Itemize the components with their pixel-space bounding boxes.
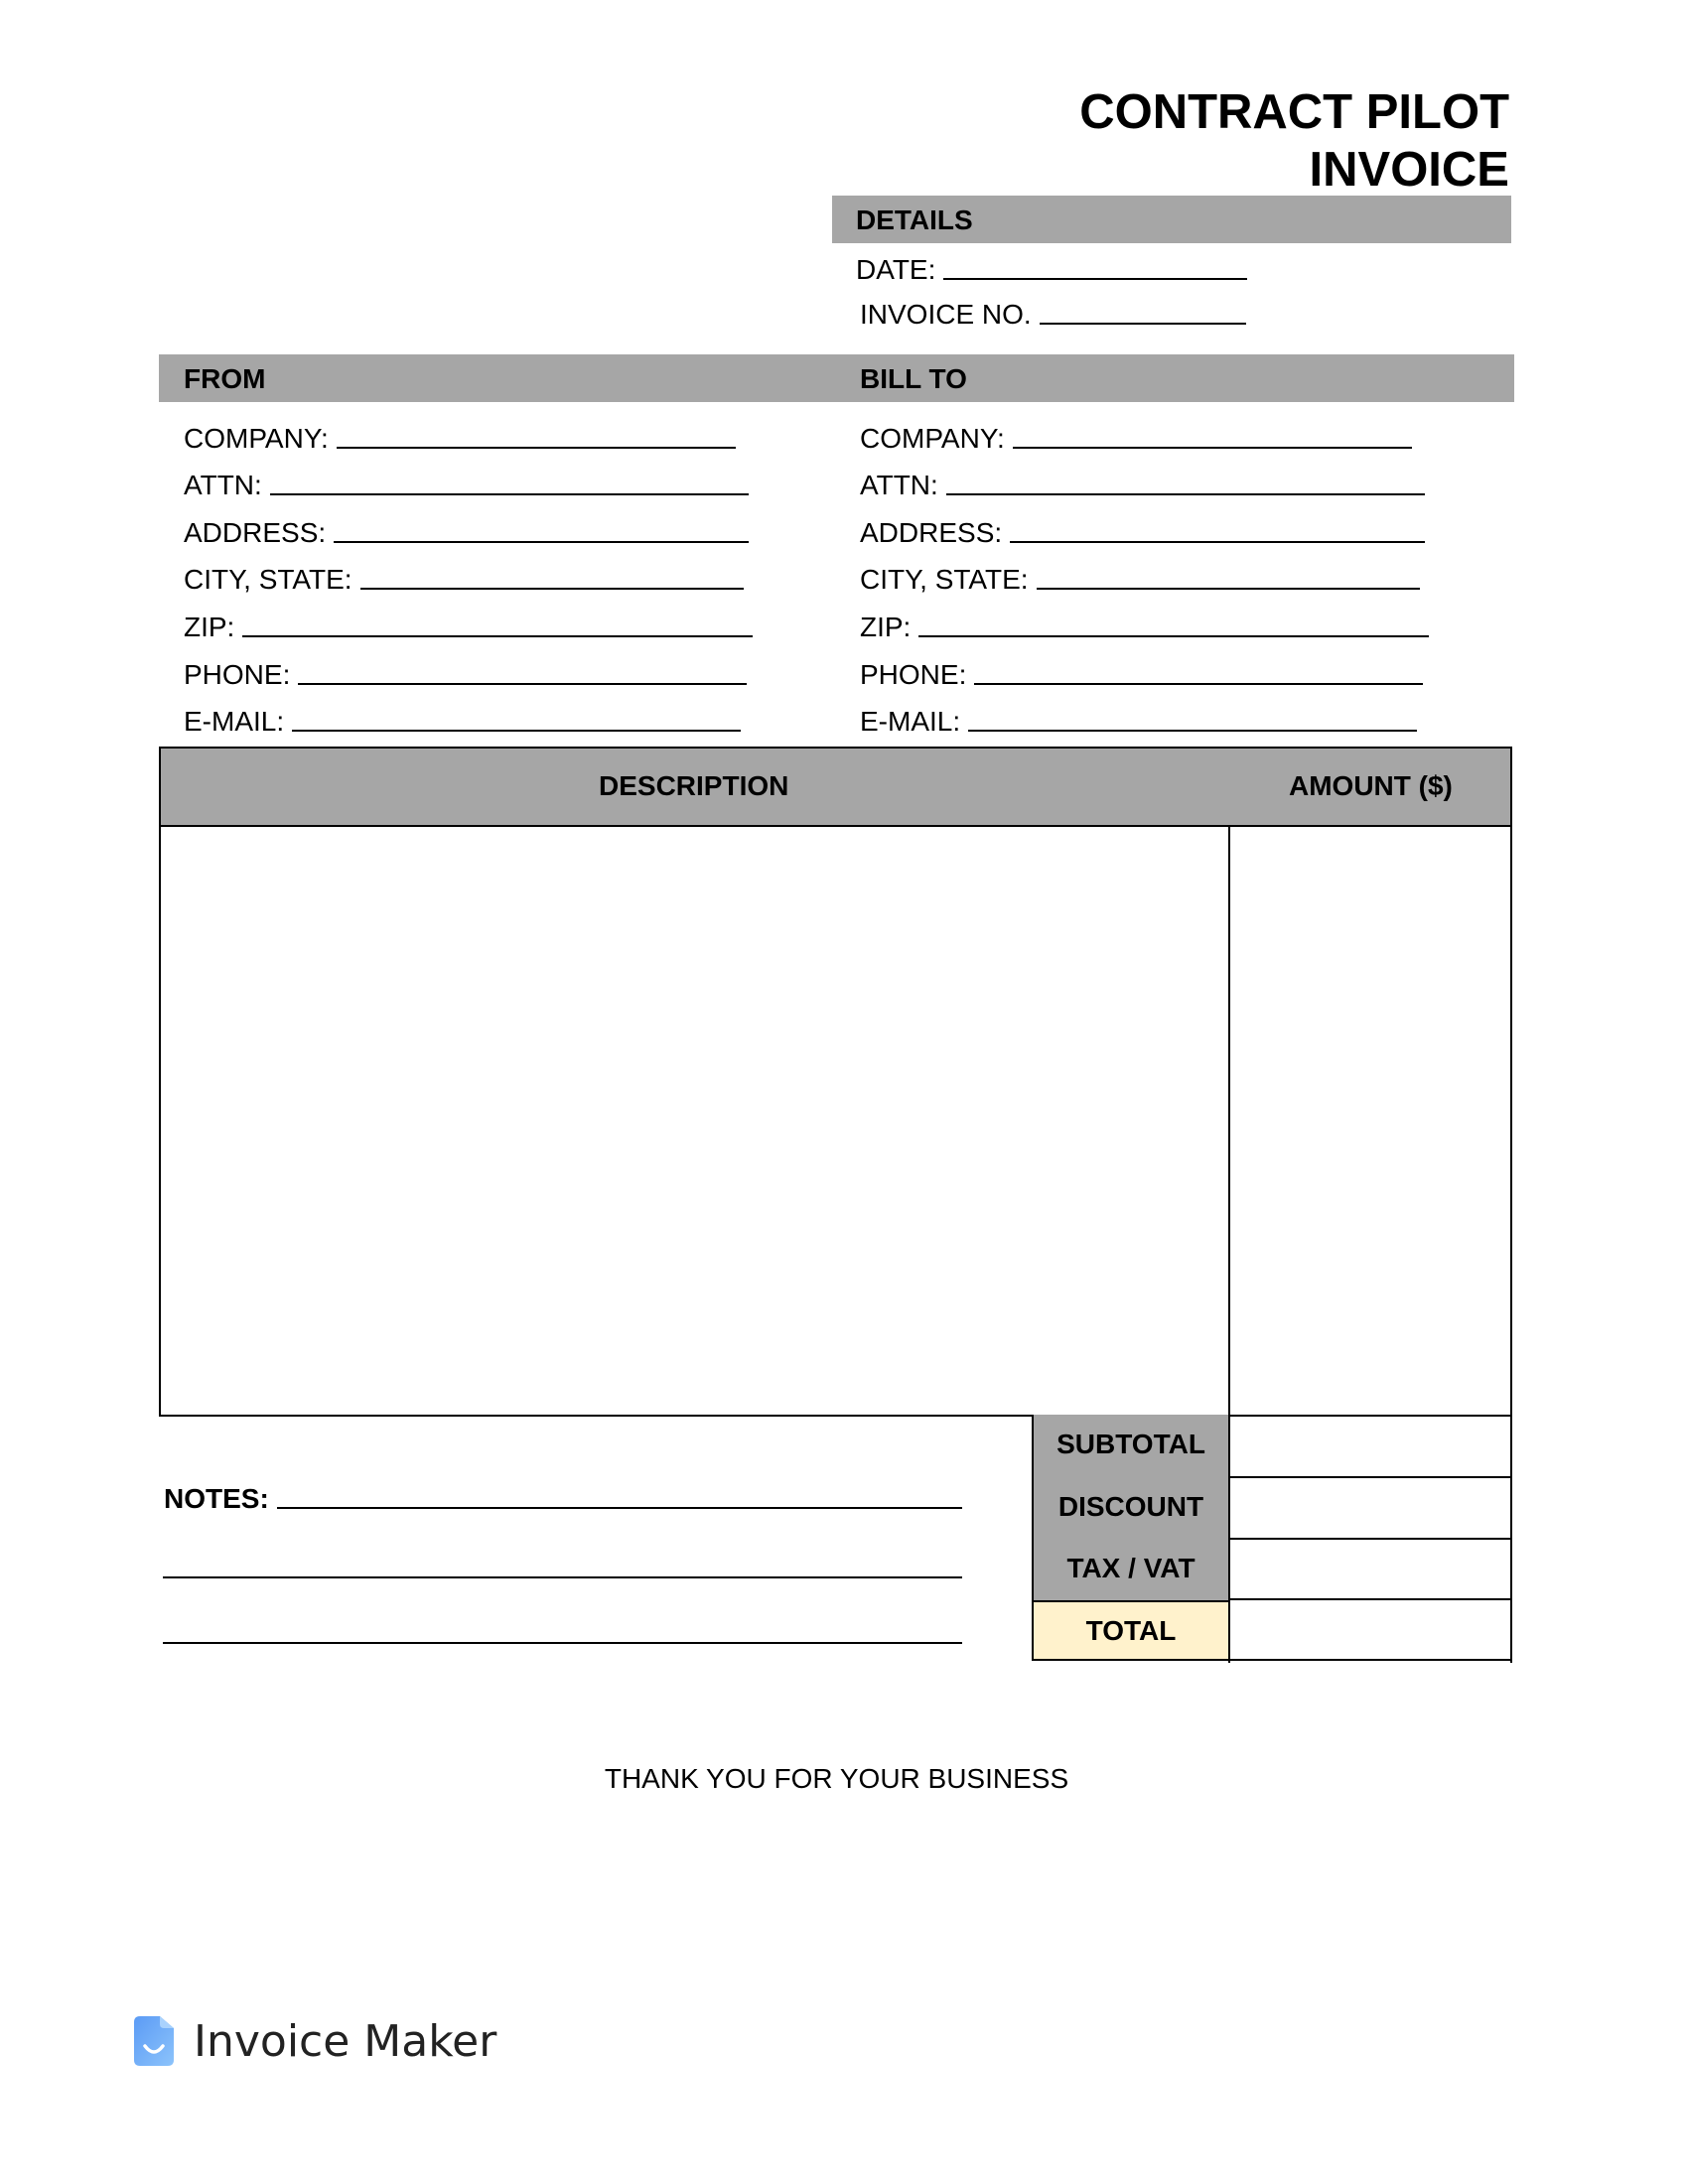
- invoice-no-input-line[interactable]: [1039, 323, 1246, 325]
- field-input-line[interactable]: [292, 730, 742, 733]
- field-input-line[interactable]: [334, 540, 750, 543]
- document-title-line1: CONTRACT PILOT: [1079, 85, 1509, 139]
- document-smile-icon: [134, 2016, 174, 2066]
- from-billto-header-bar: FROM BILL TO: [159, 354, 1514, 402]
- field-label: CITY, STATE:: [184, 564, 352, 596]
- from-phone-field[interactable]: PHONE:: [184, 643, 753, 691]
- subtotal-value[interactable]: [1230, 1417, 1510, 1476]
- from-zip-field[interactable]: ZIP:: [184, 596, 754, 643]
- tax-vat-label: TAX / VAT: [1066, 1553, 1196, 1583]
- field-input-line[interactable]: [945, 493, 1425, 496]
- field-label: ATTN:: [860, 470, 938, 501]
- notes-label: NOTES:: [164, 1483, 269, 1514]
- field-input-line[interactable]: [298, 682, 748, 685]
- notes-line-2[interactable]: [163, 1576, 962, 1578]
- amount-column-header: AMOUNT ($): [1289, 770, 1453, 801]
- date-label: DATE:: [856, 254, 936, 285]
- field-label: E-MAIL:: [184, 706, 285, 738]
- field-label: ZIP:: [184, 611, 235, 642]
- total-label-cell: TOTAL: [1032, 1600, 1228, 1661]
- from-section: COMPANY: ATTN: ADDRESS: CITY, STATE: ZIP…: [184, 407, 754, 739]
- bill-to-email-field[interactable]: E-MAIL:: [860, 691, 1429, 739]
- field-input-line[interactable]: [1036, 588, 1420, 591]
- field-input-line[interactable]: [974, 682, 1424, 685]
- field-input-line[interactable]: [269, 493, 749, 496]
- bill-to-address-field[interactable]: ADDRESS:: [860, 501, 1429, 549]
- field-input-line[interactable]: [359, 588, 744, 591]
- bill-to-section: COMPANY: ATTN: ADDRESS: CITY, STATE: ZIP…: [860, 407, 1430, 739]
- discount-label: DISCOUNT: [1057, 1491, 1204, 1522]
- total-value[interactable]: [1230, 1601, 1510, 1659]
- description-cell[interactable]: [161, 827, 1228, 1415]
- invoice-no-field[interactable]: INVOICE NO.: [860, 295, 1246, 331]
- field-label: ATTN:: [184, 470, 262, 501]
- field-label: ADDRESS:: [860, 516, 1003, 548]
- from-attn-field[interactable]: ATTN:: [184, 455, 753, 502]
- subtotal-label: SUBTOTAL: [1056, 1429, 1205, 1459]
- brand-logo: Invoice Maker: [134, 2015, 496, 2067]
- bill-to-city-state-field[interactable]: CITY, STATE:: [860, 549, 1429, 597]
- date-field[interactable]: DATE:: [856, 250, 1248, 286]
- totals-label-block: SUBTOTAL DISCOUNT TAX / VAT: [1032, 1415, 1228, 1600]
- field-input-line[interactable]: [336, 446, 736, 449]
- table-header-row: DESCRIPTION AMOUNT ($): [161, 749, 1510, 827]
- invoice-no-label: INVOICE NO.: [860, 299, 1032, 330]
- notes-line-3[interactable]: [163, 1642, 962, 1644]
- description-column-header: DESCRIPTION: [599, 770, 789, 801]
- totals-row-divider: [1228, 1598, 1512, 1600]
- field-label: E-MAIL:: [860, 706, 961, 738]
- notes-input-line[interactable]: [276, 1507, 962, 1509]
- bill-to-zip-field[interactable]: ZIP:: [860, 596, 1430, 643]
- details-heading: DETAILS: [856, 205, 973, 235]
- details-header-bar: DETAILS: [832, 196, 1511, 243]
- field-input-line[interactable]: [968, 730, 1418, 733]
- from-company-field[interactable]: COMPANY:: [184, 407, 753, 455]
- field-label: COMPANY:: [184, 422, 329, 454]
- field-label: COMPANY:: [860, 422, 1005, 454]
- thank-you-message: THANK YOU FOR YOUR BUSINESS: [604, 1763, 1069, 1794]
- line-items-table: DESCRIPTION AMOUNT ($): [159, 747, 1512, 1417]
- from-address-field[interactable]: ADDRESS:: [184, 501, 753, 549]
- field-input-line[interactable]: [1010, 540, 1426, 543]
- notes-field[interactable]: NOTES:: [164, 1479, 962, 1515]
- field-label: ADDRESS:: [184, 516, 327, 548]
- bill-to-company-field[interactable]: COMPANY:: [860, 407, 1429, 455]
- field-input-line[interactable]: [242, 634, 754, 637]
- from-heading: FROM: [184, 363, 266, 394]
- total-label: TOTAL: [1085, 1615, 1177, 1646]
- bill-to-phone-field[interactable]: PHONE:: [860, 643, 1429, 691]
- field-label: PHONE:: [860, 658, 967, 690]
- brand-name: Invoice Maker: [194, 2015, 497, 2067]
- tax-vat-value[interactable]: [1230, 1540, 1510, 1599]
- bill-to-heading: BILL TO: [860, 363, 967, 394]
- bill-to-attn-field[interactable]: ATTN:: [860, 455, 1429, 502]
- from-email-field[interactable]: E-MAIL:: [184, 691, 753, 739]
- document-title-line2: INVOICE: [1309, 143, 1509, 197]
- amount-cell[interactable]: [1230, 827, 1510, 1415]
- field-label: PHONE:: [184, 658, 291, 690]
- field-input-line[interactable]: [1012, 446, 1412, 449]
- field-input-line[interactable]: [918, 634, 1430, 637]
- from-city-state-field[interactable]: CITY, STATE:: [184, 549, 753, 597]
- field-label: ZIP:: [860, 611, 912, 642]
- date-input-line[interactable]: [943, 278, 1248, 280]
- discount-value[interactable]: [1230, 1478, 1510, 1538]
- field-label: CITY, STATE:: [860, 564, 1029, 596]
- totals-bottom-border: [1032, 1659, 1512, 1661]
